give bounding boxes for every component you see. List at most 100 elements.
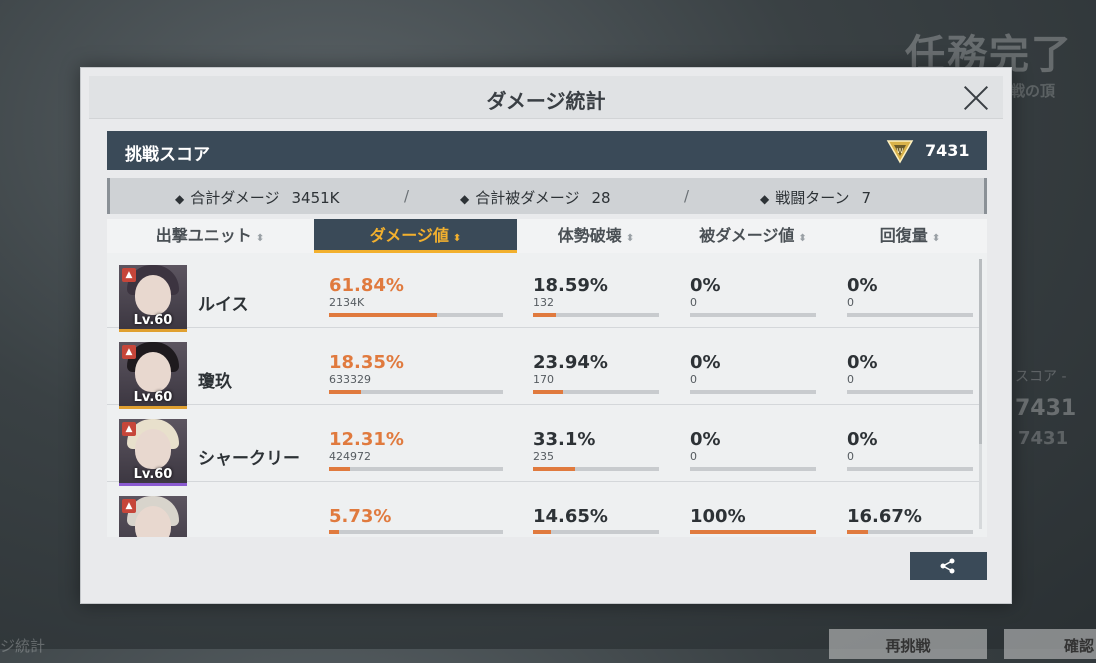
stat-bar (690, 467, 816, 471)
background-left-label: ジ統計 (0, 637, 46, 655)
damage-stat: 61.84% 2134K (329, 276, 503, 317)
unit-portrait: ▲ Lv.60 (119, 419, 187, 486)
background-subtitle: 戦の頂 (1010, 82, 1056, 100)
tab-label: 被ダメージ値 (699, 226, 795, 245)
stat-raw-value: 235 (533, 450, 554, 463)
damage-taken-stat: 0% 0 (690, 353, 816, 394)
total-damage: ◆ 合計ダメージ 3451K (175, 187, 340, 208)
stat-percent: 100% (690, 506, 746, 527)
tab-label: ダメージ値 (369, 226, 449, 245)
challenge-score-bar: 挑戦スコア W 7431 (107, 131, 987, 170)
stat-bar-fill (329, 313, 437, 317)
sort-icon: ⬍ (452, 233, 462, 244)
stat-percent: 18.59% (533, 275, 608, 296)
total-damage-value: 3451K (291, 189, 340, 207)
separator: / (404, 187, 410, 205)
stat-bar (847, 390, 973, 394)
stat-bar (329, 530, 503, 534)
background-score-big: 7431 (1015, 396, 1077, 421)
stat-percent: 33.1% (533, 429, 596, 450)
stat-percent: 5.73% (329, 506, 392, 527)
battle-turns: ◆ 戦闘ターン 7 (760, 187, 871, 208)
sort-icon: ⬍ (255, 233, 265, 244)
share-button[interactable] (910, 552, 987, 580)
stat-bar (533, 530, 659, 534)
summary-bar: ◆ 合計ダメージ 3451K / ◆ 合計被ダメージ 28 / ◆ 戦闘ターン 7 (107, 178, 987, 214)
stat-percent: 0% (847, 429, 878, 450)
stat-percent: 18.35% (329, 352, 404, 373)
scrollbar-thumb[interactable] (979, 259, 982, 444)
challenge-score-label: 挑戦スコア (125, 145, 210, 165)
share-icon (940, 558, 955, 574)
turns-label: 戦闘ターン (775, 189, 850, 207)
break-stat: 33.1% 235 (533, 430, 659, 471)
break-stat: 18.59% 132 (533, 276, 659, 317)
total-damage-label: 合計ダメージ (190, 189, 280, 207)
retry-button: 再挑戦 (829, 629, 987, 659)
damage-stat: 18.35% 633329 (329, 353, 503, 394)
break-stat: 23.94% 170 (533, 353, 659, 394)
damage-stats-modal: ダメージ統計 挑戦スコア W 7431 ◆ 合計ダメージ 3451K / ◆ 合計被ダ… (80, 67, 1012, 604)
unit-portrait: ▲ Lv.60 (119, 265, 187, 332)
stat-percent: 61.84% (329, 275, 404, 296)
sort-icon: ⬍ (625, 233, 635, 244)
stat-percent: 14.65% (533, 506, 608, 527)
damage-taken-stat: 0% 0 (690, 276, 816, 317)
stat-bar-fill (847, 530, 868, 534)
unit-portrait: ▲ (119, 496, 187, 537)
stat-bar (690, 530, 816, 534)
stat-bar-fill (329, 390, 361, 394)
separator: / (684, 187, 690, 205)
diamond-icon: ◆ (460, 192, 470, 206)
background-score-label: スコア - (1015, 369, 1067, 385)
break-stat: 14.65% (533, 507, 659, 534)
tab-damage-taken[interactable]: 被ダメージ値 ⬍ (673, 219, 833, 253)
stat-bar-fill (533, 390, 564, 394)
stat-raw-value: 0 (847, 296, 854, 309)
damage-taken-label: 合計被ダメージ (475, 189, 580, 207)
unit-row: ▲ Lv.60 シャークリー 12.31% 424972 33.1% 235 0% 0 0% 0 (107, 406, 979, 486)
turns-value: 7 (861, 189, 872, 207)
tab-units[interactable]: 出撃ユニット ⬍ (107, 219, 313, 253)
unit-row: ▲ Lv.60 ルイス 61.84% 2134K 18.59% 132 0% 0 0% 0 (107, 253, 979, 332)
tab-label: 体勢破壊 (557, 226, 622, 245)
stat-bar (690, 313, 816, 317)
stat-percent: 0% (847, 275, 878, 296)
unit-portrait: ▲ Lv.60 (119, 342, 187, 409)
stat-percent: 0% (847, 352, 878, 373)
healing-stat: 0% 0 (847, 353, 973, 394)
stat-bar-fill (533, 530, 552, 534)
background-score-small: 7431 (1018, 428, 1069, 449)
fire-element-icon: ▲ (122, 499, 136, 513)
stat-percent: 12.31% (329, 429, 404, 450)
stat-raw-value: 2134K (329, 296, 365, 309)
tab-damage[interactable]: ダメージ値 ⬍ (314, 219, 517, 253)
sort-icon: ⬍ (798, 233, 807, 244)
scrollbar[interactable] (979, 259, 982, 529)
stat-raw-value: 0 (690, 296, 697, 309)
stat-bar (847, 467, 973, 471)
sort-icon: ⬍ (931, 233, 941, 244)
unit-stats-list[interactable]: ▲ Lv.60 ルイス 61.84% 2134K 18.59% 132 0% 0 0% 0 ▲ Lv.6… (107, 253, 987, 537)
stat-bar (533, 313, 659, 317)
stat-percent: 0% (690, 429, 721, 450)
unit-row: ▲ 5.73% 14.65% 100% 16.67% (107, 483, 979, 537)
stat-bar-fill (690, 530, 816, 534)
stat-bar (329, 313, 503, 317)
stat-bar-fill (329, 530, 339, 534)
stat-bar (329, 467, 503, 471)
portrait-face (135, 275, 171, 315)
damage-taken-stat: 100% (690, 507, 816, 534)
stat-percent: 23.94% (533, 352, 608, 373)
rank-emblem-icon: W (886, 140, 914, 164)
unit-level: Lv.60 (133, 390, 173, 405)
unit-name: シャークリー (198, 449, 300, 469)
tab-healing[interactable]: 回復量 ⬍ (833, 219, 987, 253)
close-icon[interactable] (959, 80, 993, 114)
tab-break[interactable]: 体勢破壊 ⬍ (519, 219, 673, 253)
stat-bar (533, 390, 659, 394)
unit-row: ▲ Lv.60 瓊玖 18.35% 633329 23.94% 170 0% 0 0% 0 (107, 329, 979, 409)
damage-taken-value: 28 (591, 189, 611, 207)
modal-title: ダメージ統計 (486, 89, 606, 113)
stat-raw-value: 170 (533, 373, 554, 386)
